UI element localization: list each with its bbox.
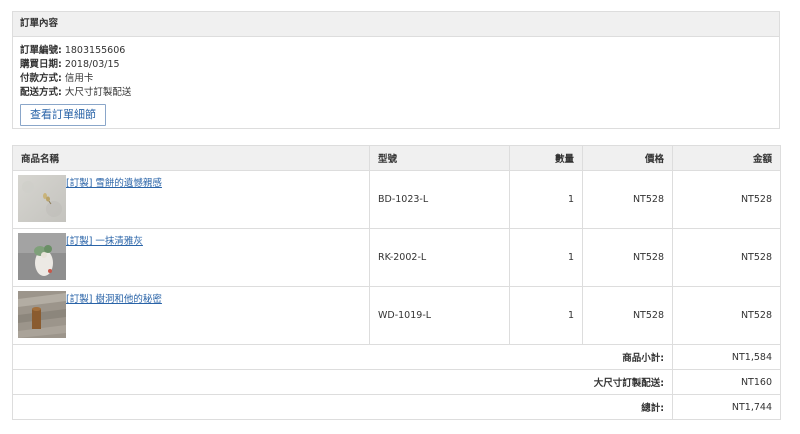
total-label: 總計: <box>12 394 673 420</box>
total-row: 總計: NT1,744 <box>12 394 781 420</box>
shipping-method-line: 配送方式: 大尺寸訂製配送 <box>20 86 772 100</box>
model-cell: WD-1019-L <box>369 286 510 345</box>
shipping-fee-value: NT160 <box>672 369 781 395</box>
col-header-model: 型號 <box>369 145 510 171</box>
col-header-qty: 數量 <box>509 145 583 171</box>
table-header-row: 商品名稱 型號 數量 價格 金額 <box>12 145 781 171</box>
order-items-table: 商品名稱 型號 數量 價格 金額 [訂製] 雪餅的遺憾親感 BD-1023-L … <box>12 145 781 420</box>
product-thumbnail[interactable] <box>18 233 66 280</box>
purchase-date-value: 2018/03/15 <box>64 59 120 70</box>
order-items-panel: 商品名稱 型號 數量 價格 金額 [訂製] 雪餅的遺憾親感 BD-1023-L … <box>12 145 781 420</box>
col-header-price: 價格 <box>582 145 673 171</box>
model-cell: RK-2002-L <box>369 228 510 287</box>
price-cell: NT528 <box>582 286 673 345</box>
qty-cell: 1 <box>509 228 583 287</box>
subtotal-label: 商品小計: <box>12 344 673 370</box>
product-thumbnail[interactable] <box>18 175 66 222</box>
subtotal-row: 商品小計: NT1,584 <box>12 344 781 370</box>
payment-method-line: 付款方式: 信用卡 <box>20 72 772 86</box>
view-order-details-button[interactable]: 查看訂單細節 <box>20 104 106 126</box>
table-row: [訂製] 樹洞和他的秘密 WD-1019-L 1 NT528 NT528 <box>12 286 781 345</box>
order-number-line: 訂單編號: 1803155606 <box>20 44 772 58</box>
amount-cell: NT528 <box>672 286 781 345</box>
purchase-date-label: 購買日期: <box>20 59 62 70</box>
price-cell: NT528 <box>582 170 673 229</box>
total-value: NT1,744 <box>672 394 781 420</box>
payment-method-value: 信用卡 <box>64 73 94 84</box>
product-cell: [訂製] 雪餅的遺憾親感 <box>12 170 370 229</box>
subtotal-value: NT1,584 <box>672 344 781 370</box>
order-number-label: 訂單編號: <box>20 45 62 56</box>
amount-cell: NT528 <box>672 228 781 287</box>
shipping-fee-row: 大尺寸訂製配送: NT160 <box>12 369 781 395</box>
amount-cell: NT528 <box>672 170 781 229</box>
col-header-name: 商品名稱 <box>12 145 370 171</box>
product-link[interactable]: [訂製] 雪餅的遺憾親感 <box>66 175 162 189</box>
qty-cell: 1 <box>509 286 583 345</box>
table-row: [訂製] 一抹清雅灰 RK-2002-L 1 NT528 NT528 <box>12 228 781 287</box>
purchase-date-line: 購買日期: 2018/03/15 <box>20 58 772 72</box>
shipping-fee-label: 大尺寸訂製配送: <box>12 369 673 395</box>
shipping-method-label: 配送方式: <box>20 87 62 98</box>
product-link[interactable]: [訂製] 樹洞和他的秘密 <box>66 291 162 305</box>
product-thumbnail[interactable] <box>18 291 66 338</box>
product-cell: [訂製] 一抹清雅灰 <box>12 228 370 287</box>
col-header-amount: 金額 <box>672 145 781 171</box>
order-number-value: 1803155606 <box>64 45 126 56</box>
order-info-title: 訂單內容 <box>13 12 779 37</box>
order-info-body: 訂單編號: 1803155606 購買日期: 2018/03/15 付款方式: … <box>13 37 779 126</box>
payment-method-label: 付款方式: <box>20 73 62 84</box>
product-link[interactable]: [訂製] 一抹清雅灰 <box>66 233 143 247</box>
shipping-method-value: 大尺寸訂製配送 <box>64 87 132 98</box>
table-row: [訂製] 雪餅的遺憾親感 BD-1023-L 1 NT528 NT528 <box>12 170 781 229</box>
qty-cell: 1 <box>509 170 583 229</box>
price-cell: NT528 <box>582 228 673 287</box>
product-cell: [訂製] 樹洞和他的秘密 <box>12 286 370 345</box>
order-info-panel: 訂單內容 訂單編號: 1803155606 購買日期: 2018/03/15 付… <box>12 11 780 129</box>
model-cell: BD-1023-L <box>369 170 510 229</box>
